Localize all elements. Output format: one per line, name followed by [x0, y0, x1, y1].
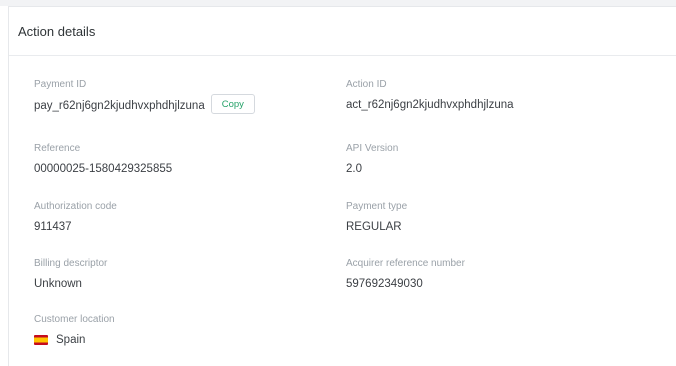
spain-flag-icon — [34, 335, 48, 345]
card-header: Action details — [9, 7, 676, 56]
customer-location-value-row: Spain — [34, 333, 115, 347]
customer-location-value: Spain — [56, 334, 86, 346]
billing-descriptor-field: Billing descriptor Unknown — [34, 258, 107, 291]
action-id-field: Action ID act_r62nj6gn2kjudhvxphdhjlzuna — [346, 79, 514, 112]
action-id-label: Action ID — [346, 79, 387, 90]
billing-descriptor-label: Billing descriptor — [34, 258, 108, 269]
payment-id-label: Payment ID — [34, 79, 87, 90]
authorization-code-value: 911437 — [34, 221, 72, 233]
payment-type-label: Payment type — [346, 201, 408, 212]
customer-location-label: Customer location — [34, 314, 115, 325]
acquirer-reference-number-field: Acquirer reference number 597692349030 — [346, 258, 465, 291]
payment-type-field: Payment type REGULAR — [346, 201, 407, 234]
copy-payment-id-button[interactable]: Copy — [210, 94, 255, 114]
acquirer-reference-number-value: 597692349030 — [346, 278, 423, 290]
payment-id-value: pay_r62nj6gn2kjudhvxphdhjlzuna — [34, 100, 205, 112]
billing-descriptor-value: Unknown — [34, 278, 82, 290]
payment-id-field: Payment ID pay_r62nj6gn2kjudhvxphdhjlzun… — [34, 79, 255, 114]
action-id-value: act_r62nj6gn2kjudhvxphdhjlzuna — [346, 99, 514, 111]
api-version-field: API Version 2.0 — [346, 143, 398, 176]
card-title: Action details — [18, 23, 96, 39]
payment-type-value: REGULAR — [346, 221, 402, 233]
payment-id-value-row: pay_r62nj6gn2kjudhvxphdhjlzuna Copy — [34, 94, 255, 114]
api-version-label: API Version — [346, 143, 399, 154]
customer-location-field: Customer location Spain — [34, 314, 115, 347]
action-details-card: Action details Payment ID pay_r62nj6gn2k… — [8, 6, 676, 366]
reference-field: Reference 00000025-1580429325855 — [34, 143, 172, 176]
acquirer-reference-number-label: Acquirer reference number — [346, 258, 465, 269]
authorization-code-label: Authorization code — [34, 201, 117, 212]
authorization-code-field: Authorization code 911437 — [34, 201, 117, 234]
api-version-value: 2.0 — [346, 163, 362, 175]
reference-value: 00000025-1580429325855 — [34, 163, 173, 175]
reference-label: Reference — [34, 143, 81, 154]
